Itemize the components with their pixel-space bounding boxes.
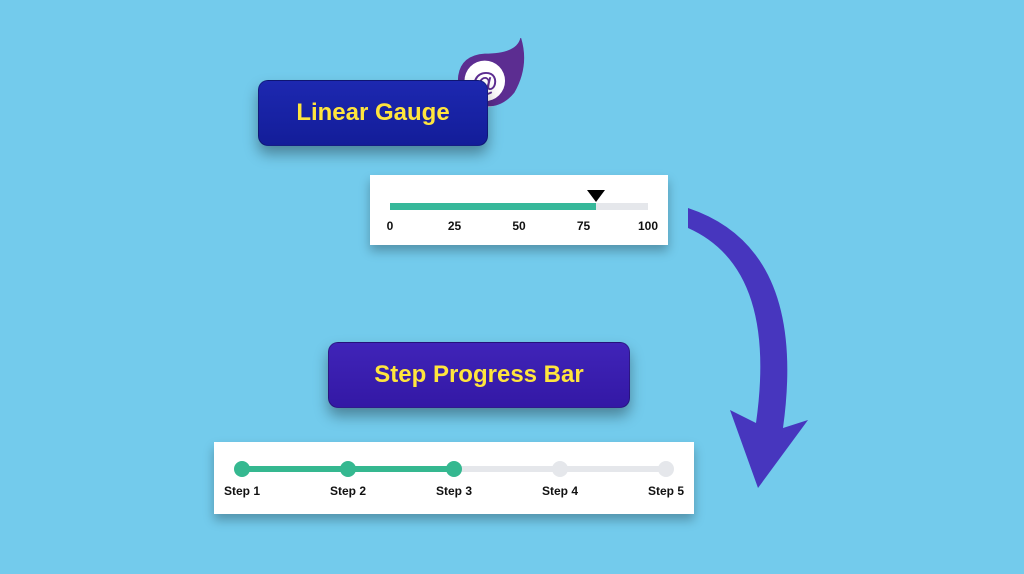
linear-gauge-title: Linear Gauge — [296, 99, 449, 127]
linear-gauge-tick-label: 50 — [512, 219, 525, 233]
step-progress-segment — [242, 466, 348, 472]
step-progress-title: Step Progress Bar — [374, 361, 583, 389]
step-progress-dot — [552, 461, 568, 477]
step-progress-dot — [234, 461, 250, 477]
step-progress-segment — [454, 466, 560, 472]
linear-gauge-tick-label: 25 — [448, 219, 461, 233]
linear-gauge-card: 0 25 50 75 100 — [370, 175, 668, 245]
step-progress-label: Step 3 — [436, 484, 472, 498]
step-progress-dot — [340, 461, 356, 477]
step-progress-card: Step 1Step 2Step 3Step 4Step 5 — [214, 442, 694, 514]
step-progress-dot — [446, 461, 462, 477]
diagram-canvas: @ Linear Gauge 0255075100 Step Progress … — [0, 0, 1024, 574]
step-progress-label: Step 4 — [542, 484, 578, 498]
linear-gauge-fill — [390, 203, 596, 210]
linear-gauge-title-badge: Linear Gauge — [258, 80, 488, 146]
step-progress-segment — [348, 466, 454, 472]
linear-gauge-track — [390, 203, 648, 210]
linear-gauge-ticks: 0255075100 — [390, 219, 648, 239]
step-progress-track: Step 1Step 2Step 3Step 4Step 5 — [242, 466, 666, 472]
linear-gauge-tick-label: 0 — [387, 219, 394, 233]
arrow-icon — [668, 188, 828, 498]
step-progress-label: Step 1 — [224, 484, 260, 498]
step-progress-segment — [560, 466, 666, 472]
linear-gauge-pointer-icon — [587, 190, 605, 202]
step-progress-label: Step 2 — [330, 484, 366, 498]
linear-gauge-tick-label: 75 — [577, 219, 590, 233]
step-progress-title-badge: Step Progress Bar — [328, 342, 630, 408]
linear-gauge-tick-label: 100 — [638, 219, 658, 233]
